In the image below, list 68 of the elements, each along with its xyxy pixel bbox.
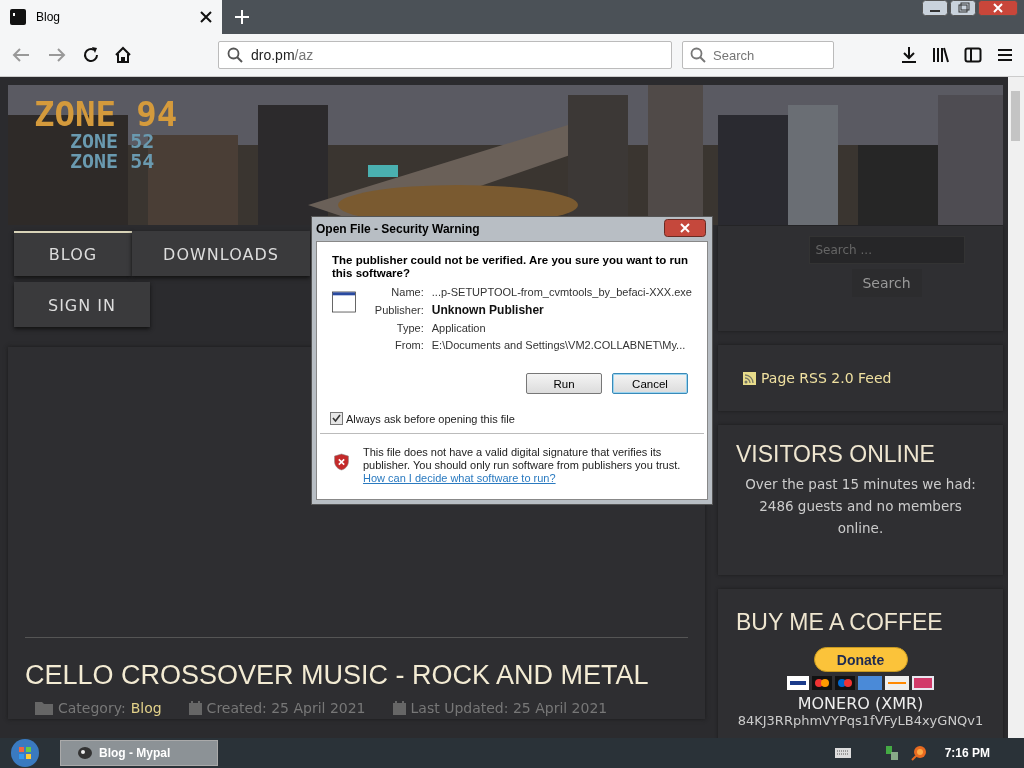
field-value: ...p-SETUPTOOL-from_cvmtools_by_befaci-XXX.exe bbox=[431, 286, 692, 298]
new-tab-icon[interactable] bbox=[234, 9, 250, 25]
field-value: Application bbox=[431, 322, 487, 334]
category-link[interactable]: Blog bbox=[130, 700, 162, 716]
donate-button[interactable]: Donate bbox=[813, 647, 908, 672]
dialog-title: Open File - Security Warning bbox=[316, 222, 480, 236]
dialog-heading: The publisher could not be verified. Are you sure you want to run this software? bbox=[332, 254, 690, 280]
sidebar-icon[interactable] bbox=[964, 46, 982, 64]
nav-tab[interactable]: SIGN IN bbox=[14, 282, 150, 327]
search-field[interactable]: Search bbox=[682, 41, 834, 69]
close-icon[interactable] bbox=[978, 0, 1018, 16]
scrollbar[interactable] bbox=[1008, 77, 1024, 738]
tray-app-icon bbox=[910, 745, 927, 761]
download-icon[interactable] bbox=[900, 46, 918, 64]
checkbox-label: Always ask before opening this file bbox=[346, 412, 515, 425]
widget-title: BUY ME A COFFEE bbox=[736, 608, 943, 637]
field-label: Type: bbox=[395, 322, 424, 334]
address-bar[interactable]: dro.pm/az bbox=[218, 41, 672, 69]
visitors-text: Over the past 15 minutes we had: 2486 guests and no members online. bbox=[744, 475, 977, 538]
start-button-icon[interactable] bbox=[10, 738, 40, 768]
restore-icon[interactable] bbox=[950, 0, 976, 16]
field-label: From: bbox=[394, 339, 424, 351]
rss-link[interactable]: Page RSS 2.0 Feed bbox=[761, 370, 892, 386]
search-button[interactable]: Search bbox=[851, 269, 922, 297]
network-icon bbox=[884, 745, 899, 761]
site-search-field[interactable]: Search ... bbox=[808, 236, 965, 264]
wallet-address: 84KJ3RRphmVYPqs1fVFyLB4xyGNQv1 bbox=[737, 713, 984, 728]
currency-label: MONERO (XMR) bbox=[797, 694, 924, 713]
logo-text: ZONE 52 bbox=[70, 131, 155, 151]
calendar-icon bbox=[188, 701, 202, 715]
meta-text: Last Updated: 25 April 2021 bbox=[410, 700, 608, 716]
logo-text: ZONE 94 bbox=[34, 97, 178, 131]
url-text: dro.pm/az bbox=[251, 47, 314, 63]
keyboard-icon bbox=[834, 748, 851, 758]
folder-icon bbox=[35, 701, 53, 715]
calendar-icon bbox=[392, 701, 406, 715]
home-icon[interactable] bbox=[114, 46, 132, 64]
field-value: E:\Documents and Settings\VM2.COLLABNET\My... bbox=[431, 339, 687, 351]
nav-tab[interactable]: DOWNLOADS bbox=[132, 231, 310, 276]
close-tab-icon[interactable] bbox=[200, 11, 212, 23]
app-icon bbox=[77, 746, 93, 760]
field-label: Publisher: bbox=[373, 304, 424, 316]
search-icon bbox=[227, 47, 243, 63]
warning-text: This file does not have a valid digital signature that verifies its publisher. You should only run software from publishers you trust. bbox=[363, 446, 682, 472]
minimize-icon[interactable] bbox=[922, 0, 948, 16]
checkbox[interactable] bbox=[330, 412, 343, 425]
dialog-button[interactable]: Run bbox=[526, 373, 602, 394]
library-icon[interactable] bbox=[932, 46, 950, 64]
favicon-icon bbox=[10, 9, 26, 25]
payment-cards-icon bbox=[786, 676, 935, 690]
logo-text: ZONE 54 bbox=[70, 151, 155, 171]
search-icon bbox=[690, 47, 706, 63]
dialog-button[interactable]: Cancel bbox=[612, 373, 688, 394]
widget-title: VISITORS ONLINE bbox=[736, 440, 936, 469]
application-icon bbox=[332, 288, 356, 316]
article-title: CELLO CROSSOVER MUSIC - ROCK AND METAL bbox=[25, 659, 650, 692]
reload-icon[interactable] bbox=[82, 46, 100, 64]
field-label: Name: bbox=[390, 286, 424, 298]
browser-tab[interactable]: Blog bbox=[0, 0, 222, 34]
menu-icon[interactable] bbox=[996, 46, 1014, 64]
rss-icon bbox=[743, 371, 756, 385]
clock: 7:16 PM bbox=[944, 746, 990, 760]
meta-text: Created: 25 April 2021 bbox=[206, 700, 366, 716]
field-value: Unknown Publisher bbox=[431, 303, 545, 317]
close-icon[interactable] bbox=[664, 219, 706, 237]
help-link[interactable]: How can I decide what software to run? bbox=[363, 472, 556, 484]
meta-text: Category: bbox=[58, 700, 126, 716]
nav-tab[interactable]: BLOG bbox=[14, 231, 132, 276]
